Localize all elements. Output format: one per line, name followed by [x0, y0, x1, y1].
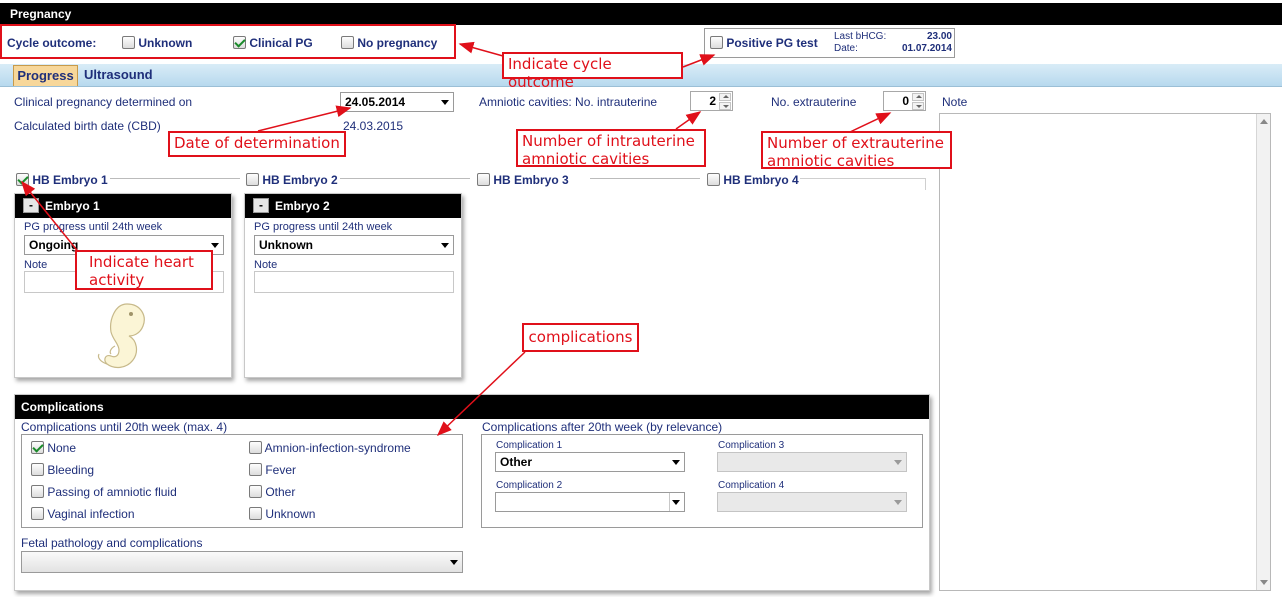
annotation-intrauterine-line1: Number of intrauterine	[522, 132, 695, 150]
annotation-intrauterine-line2: amniotic cavities	[522, 150, 650, 168]
annotation-extrauterine-line1: Number of extrauterine	[767, 134, 945, 152]
annotation-complications: complications	[522, 323, 639, 352]
annotation-heart-line2: activity	[89, 271, 145, 289]
annotation-extrauterine: Number of extrauterine amniotic cavities	[761, 131, 952, 170]
annotation-arrows	[0, 24, 892, 437]
annotation-cycle-outcome: Indicate cycle outcome	[502, 52, 683, 91]
annotation-extrauterine-line2: amniotic cavities	[767, 152, 895, 170]
annotation-date-determination: Date of determination	[168, 131, 346, 157]
annotation-intrauterine: Number of intrauterine amniotic cavities	[516, 129, 706, 168]
annotation-heart-activity: Indicate heart activity	[75, 250, 213, 290]
annotation-heart-line1: Indicate heart	[89, 253, 194, 271]
